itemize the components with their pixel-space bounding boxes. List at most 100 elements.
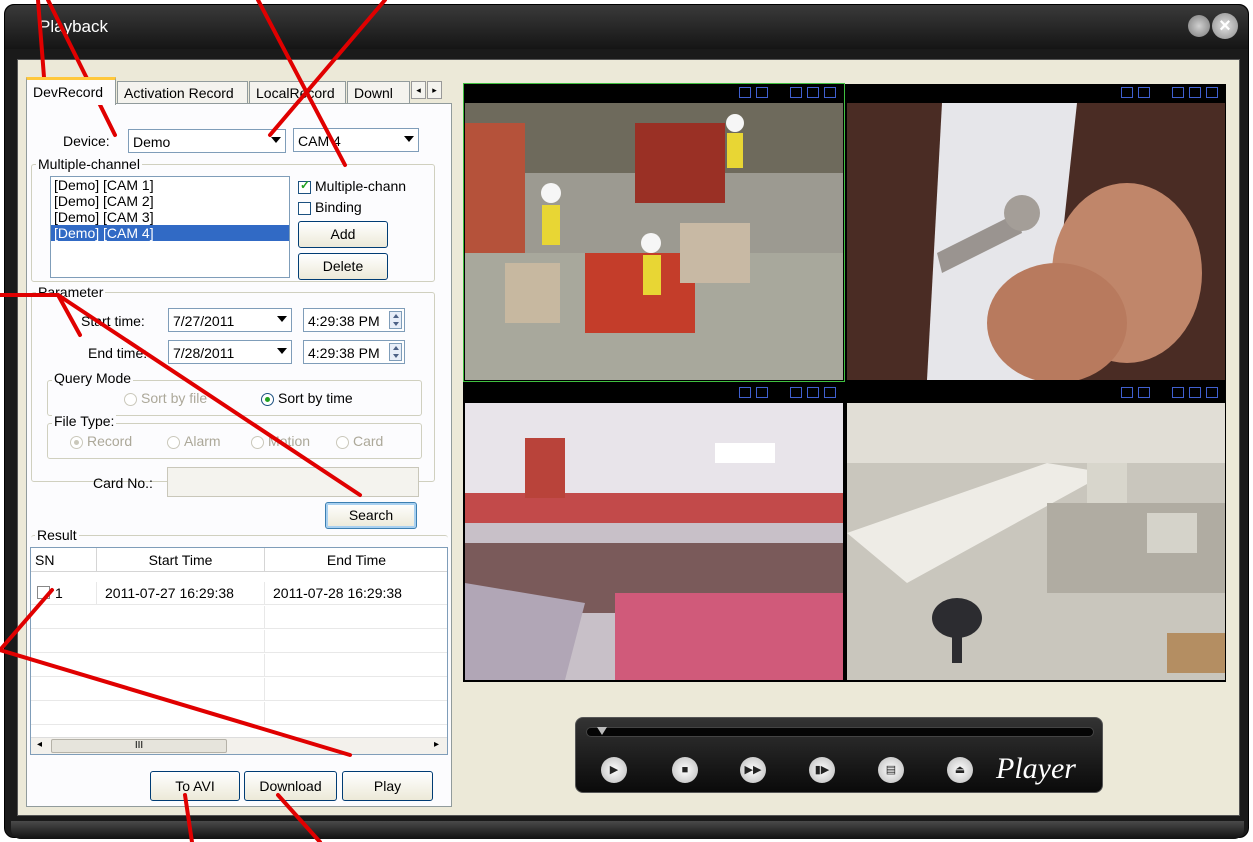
- audio-icon[interactable]: [1189, 387, 1201, 398]
- tab-devrecord[interactable]: DevRecord: [26, 77, 116, 105]
- column-header-start-time[interactable]: Start Time: [97, 548, 265, 572]
- close-icon[interactable]: [1206, 387, 1218, 398]
- grid-icon[interactable]: [756, 87, 768, 98]
- list-item[interactable]: [Demo] [CAM 3]: [51, 209, 289, 225]
- tab-activation-record[interactable]: Activation Record: [117, 81, 248, 104]
- file-type-motion-radio[interactable]: [251, 436, 264, 449]
- snapshot-icon[interactable]: [1172, 387, 1184, 398]
- channel-select[interactable]: CAM 4: [293, 128, 419, 152]
- tab-download[interactable]: Downl: [347, 81, 410, 104]
- row-sn: 1: [55, 582, 97, 605]
- fast-forward-button[interactable]: ▶▶: [740, 757, 766, 783]
- snapshot-icon[interactable]: [790, 387, 802, 398]
- close-icon[interactable]: [824, 387, 836, 398]
- video-cell-4[interactable]: [846, 384, 1226, 681]
- add-button[interactable]: Add: [298, 221, 388, 248]
- row-end-time: 2011-07-28 16:29:38: [273, 582, 447, 605]
- start-date-picker[interactable]: 7/27/2011: [168, 308, 292, 332]
- tab-scroll-right-button[interactable]: ▸: [427, 81, 442, 99]
- scroll-right-icon[interactable]: ▸: [434, 739, 439, 750]
- stop-control-button[interactable]: ■: [672, 757, 698, 783]
- layout-icon[interactable]: [739, 87, 751, 98]
- sort-by-time-radio[interactable]: [261, 393, 274, 406]
- grid-icon[interactable]: [1138, 87, 1150, 98]
- step-frame-icon: ▮▶: [814, 764, 830, 776]
- result-table[interactable]: SN Start Time End Time 1 2011-07-27 16:2…: [30, 547, 448, 755]
- horizontal-scrollbar[interactable]: ◂ III ▸: [31, 737, 447, 754]
- close-button[interactable]: ×: [1212, 13, 1238, 39]
- list-item[interactable]: [Demo] [CAM 2]: [51, 193, 289, 209]
- play-button[interactable]: Play: [342, 771, 433, 801]
- step-frame-button[interactable]: ▮▶: [809, 757, 835, 783]
- row-checkbox[interactable]: [37, 586, 50, 599]
- search-button[interactable]: Search: [325, 502, 417, 529]
- delete-button[interactable]: Delete: [298, 253, 388, 280]
- file-type-card-radio[interactable]: [336, 436, 349, 449]
- video-cell-1[interactable]: [463, 83, 845, 382]
- download-button[interactable]: Download: [244, 771, 337, 801]
- video-cell-2[interactable]: [846, 84, 1226, 381]
- tab-localrecord[interactable]: LocalRecord: [249, 81, 346, 104]
- device-select[interactable]: Demo: [128, 129, 286, 153]
- end-date-picker[interactable]: 7/28/2011: [168, 340, 292, 364]
- empty-cell: [265, 702, 447, 725]
- channel-list[interactable]: [Demo] [CAM 1] [Demo] [CAM 2] [Demo] [CA…: [50, 176, 290, 278]
- grid-icon[interactable]: [1138, 387, 1150, 398]
- list-item[interactable]: [Demo] [CAM 1]: [51, 177, 289, 193]
- layout-icon[interactable]: [1121, 87, 1133, 98]
- close-icon[interactable]: [1206, 87, 1218, 98]
- table-row: [31, 630, 447, 653]
- audio-icon[interactable]: [807, 387, 819, 398]
- file-type-record-radio[interactable]: [70, 436, 83, 449]
- to-avi-button[interactable]: To AVI: [150, 771, 240, 801]
- scroll-thumb[interactable]: III: [51, 739, 227, 753]
- column-header-sn[interactable]: SN: [31, 548, 97, 572]
- snapshot-icon[interactable]: [1172, 87, 1184, 98]
- end-time-value: 4:29:38 PM: [308, 345, 380, 361]
- start-time-label: Start time:: [81, 313, 145, 329]
- window-title: Playback: [39, 17, 108, 36]
- group-title: Parameter: [36, 284, 106, 300]
- multiple-channel-label: Multiple-chann: [315, 178, 407, 194]
- card-no-field[interactable]: [167, 467, 419, 497]
- video-cell-3[interactable]: [464, 384, 844, 681]
- layout-icon[interactable]: [1121, 387, 1133, 398]
- start-time-field[interactable]: 4:29:38 PM: [303, 308, 405, 332]
- audio-icon[interactable]: [1189, 87, 1201, 98]
- layout-icon[interactable]: [739, 387, 751, 398]
- grid-icon[interactable]: [756, 387, 768, 398]
- sort-by-file-radio[interactable]: [124, 393, 137, 406]
- close-icon[interactable]: [824, 87, 836, 98]
- binding-checkbox[interactable]: [298, 202, 311, 215]
- player-control-bar: ▶ ■ ▶▶ ▮▶ ▤ ⏏ Player: [575, 717, 1103, 793]
- group-title: Multiple-channel: [36, 156, 142, 172]
- end-time-field[interactable]: 4:29:38 PM: [303, 340, 405, 364]
- chevron-left-icon: ◂: [416, 85, 421, 95]
- tab-label: LocalRecord: [256, 85, 335, 101]
- file-type-alarm-radio[interactable]: [167, 436, 180, 449]
- scroll-left-icon[interactable]: ◂: [37, 739, 42, 750]
- seek-handle[interactable]: [597, 727, 607, 735]
- multiple-channel-checkbox[interactable]: [298, 178, 311, 194]
- restore-button[interactable]: [1188, 15, 1210, 37]
- eject-button[interactable]: ⏏: [947, 757, 973, 783]
- spin-icon[interactable]: [389, 343, 402, 361]
- file-type-motion-label: Motion: [268, 433, 311, 449]
- start-time-value: 4:29:38 PM: [308, 313, 380, 329]
- list-item[interactable]: [Demo] [CAM 4]: [51, 225, 289, 241]
- table-row[interactable]: 1 2011-07-27 16:29:38 2011-07-28 16:29:3…: [31, 582, 447, 605]
- devrecord-panel: Device: Demo CAM 4 Multiple-channel [Dem…: [26, 103, 452, 807]
- play-control-button[interactable]: ▶: [601, 757, 627, 783]
- column-header-end-time[interactable]: End Time: [265, 548, 447, 572]
- seek-slider[interactable]: [586, 727, 1094, 737]
- playlist-button[interactable]: ▤: [878, 757, 904, 783]
- snapshot-icon[interactable]: [790, 87, 802, 98]
- spin-icon[interactable]: [389, 311, 402, 329]
- empty-cell: [97, 678, 265, 701]
- tab-scroll-left-button[interactable]: ◂: [411, 81, 426, 99]
- audio-icon[interactable]: [807, 87, 819, 98]
